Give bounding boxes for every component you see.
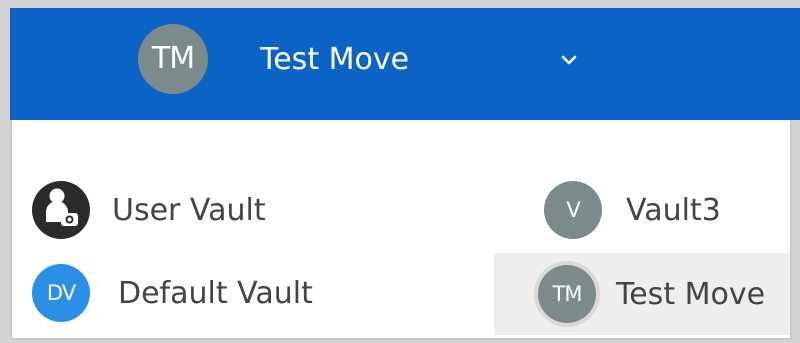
vault-item-default-vault[interactable]: DV Default Vault <box>32 258 313 328</box>
vault-label: User Vault <box>112 192 266 228</box>
user-lock-icon <box>32 181 90 239</box>
current-vault-name: Test Move <box>260 42 410 77</box>
vault-avatar: V <box>544 181 602 239</box>
vault-dropdown-panel: User Vault DV Default Vault V Vault3 TM … <box>10 120 792 340</box>
vault-item-user-vault[interactable]: User Vault <box>32 175 266 245</box>
vault-item-test-move[interactable]: TM Test Move <box>494 253 790 335</box>
vault-label: Default Vault <box>118 275 313 311</box>
vault-item-vault3[interactable]: V Vault3 <box>544 175 721 245</box>
vault-label: Vault3 <box>626 192 721 228</box>
current-vault-avatar: TM <box>138 24 208 94</box>
vault-avatar: DV <box>32 264 90 322</box>
vault-avatar: TM <box>538 265 596 323</box>
chevron-down-icon[interactable] <box>558 52 580 68</box>
vault-label: Test Move <box>616 276 766 312</box>
vault-switcher-header[interactable]: TM Test Move <box>10 8 800 120</box>
